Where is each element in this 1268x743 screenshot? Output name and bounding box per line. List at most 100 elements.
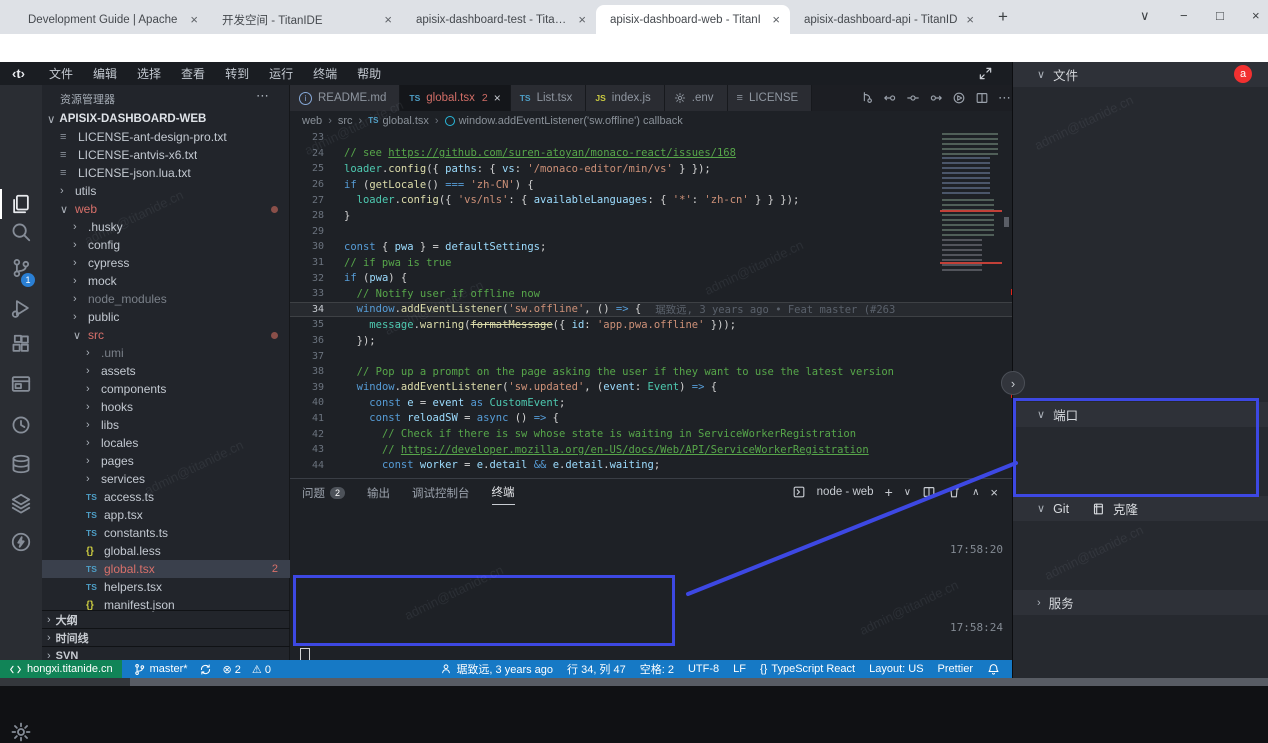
tree-item[interactable]: › public	[42, 308, 290, 326]
energy-icon[interactable]	[10, 531, 32, 553]
code-line[interactable]: 36 });	[290, 333, 1012, 349]
new-tab-button[interactable]: +	[998, 7, 1008, 27]
account-badge[interactable]: a	[1234, 65, 1252, 83]
formatter-item[interactable]: Prettier	[938, 663, 973, 675]
nav-current-icon[interactable]	[906, 91, 920, 105]
settings-gear-icon[interactable]	[10, 721, 32, 743]
code-line[interactable]: 29	[290, 224, 1012, 240]
tab-close-icon[interactable]: ×	[494, 91, 501, 105]
code-line[interactable]: 33 // Notify user if offline now	[290, 286, 1012, 302]
maximize-panel-icon[interactable]: ∧	[972, 487, 979, 498]
browser-tab[interactable]: 开发空间 - TitanIDE ×	[208, 5, 402, 34]
breadcrumb-item[interactable]: window.addEventListener('sw.offline') ca…	[445, 115, 683, 127]
tree-item[interactable]: ≡ LICENSE-ant-design-pro.txt	[42, 128, 290, 146]
editor-scrollbar[interactable]	[1004, 217, 1009, 227]
menubar-item[interactable]: 文件	[39, 65, 83, 82]
timeline-section[interactable]: ›时间线	[42, 628, 290, 647]
blame-item[interactable]: 琚致远, 3 years ago	[440, 661, 553, 677]
code-line[interactable]: 23	[290, 130, 1012, 146]
breadcrumb-item[interactable]: TS global.tsx ›	[368, 115, 444, 127]
browser-tab-close-icon[interactable]: ×	[964, 12, 976, 27]
tree-item[interactable]: ≡ LICENSE-json.lua.txt	[42, 164, 290, 182]
code-line[interactable]: 35 message.warning(formatMessage({ id: '…	[290, 317, 1012, 333]
nav-forward-icon[interactable]	[929, 91, 943, 105]
fullscreen-icon[interactable]	[978, 66, 993, 81]
code-line[interactable]: 26 if (getLocale() === 'zh-CN') {	[290, 177, 1012, 193]
editor-tab[interactable]: i README.md	[290, 85, 400, 111]
code-line[interactable]: 43 // https://developer.mozilla.org/en-U…	[290, 442, 1012, 458]
code-line[interactable]: 24 // see https://github.com/suren-atoya…	[290, 146, 1012, 162]
tree-item[interactable]: ∨ web	[42, 200, 290, 218]
sync-button[interactable]	[199, 663, 212, 676]
browser-tab-close-icon[interactable]: ×	[188, 12, 200, 27]
tree-item[interactable]: › services	[42, 470, 290, 488]
layers-icon[interactable]	[10, 492, 32, 514]
split-editor-icon[interactable]	[975, 91, 989, 105]
editor-tab[interactable]: .env	[665, 85, 728, 111]
extensions-icon[interactable]	[10, 333, 32, 355]
services-section-header[interactable]: › 服务	[1013, 590, 1268, 615]
tree-item[interactable]: › assets	[42, 362, 290, 380]
tree-item[interactable]: › libs	[42, 416, 290, 434]
code-line[interactable]: 31 // if pwa is true	[290, 255, 1012, 271]
editor-tab[interactable]: TS global.tsx 2 ×	[400, 85, 510, 111]
keyboard-layout-item[interactable]: Layout: US	[869, 663, 923, 675]
browser-tab[interactable]: Development Guide | Apache ×	[14, 5, 208, 34]
clone-icon[interactable]	[1091, 502, 1105, 516]
explorer-icon[interactable]	[10, 193, 32, 215]
git-section-header[interactable]: ∨ Git 克隆	[1013, 496, 1268, 521]
clone-label[interactable]: 克隆	[1113, 499, 1138, 518]
code-line[interactable]: 39 window.addEventListener('sw.updated',…	[290, 380, 1012, 396]
tree-item[interactable]: › config	[42, 236, 290, 254]
tree-item[interactable]: TS helpers.tsx	[42, 578, 290, 596]
browser-tab[interactable]: apisix-dashboard-web - TitanI ×	[596, 5, 790, 34]
menubar-item[interactable]: 查看	[171, 65, 215, 82]
close-panel-icon[interactable]: ×	[990, 485, 998, 500]
panel-tab[interactable]: 调试控制台	[412, 485, 470, 505]
code-line[interactable]: 38 // Pop up a prompt on the page asking…	[290, 364, 1012, 380]
menubar-item[interactable]: 终端	[303, 65, 347, 82]
code-line[interactable]: 34 window.addEventListener('sw.offline',…	[290, 302, 1012, 318]
expand-right-panel-button[interactable]: ›	[1001, 371, 1025, 395]
tree-item[interactable]: › mock	[42, 272, 290, 290]
tree-item[interactable]: ≡ LICENSE-antvis-x6.txt	[42, 146, 290, 164]
window-maximize-icon[interactable]: □	[1216, 8, 1224, 23]
code-line[interactable]: 27 loader.config({ 'vs/nls': { available…	[290, 192, 1012, 208]
warnings-item[interactable]: ⚠ 0	[252, 663, 271, 676]
browser-tab[interactable]: apisix-dashboard-test - TitanID ×	[402, 5, 596, 34]
run-debug-icon[interactable]	[10, 297, 32, 319]
tree-item[interactable]: › .umi	[42, 344, 290, 362]
panel-tab[interactable]: 问题 2	[302, 485, 345, 505]
code-line[interactable]: 32 if (pwa) {	[290, 270, 1012, 286]
code-line[interactable]: 30 const { pwa } = defaultSettings;	[290, 239, 1012, 255]
split-terminal-icon[interactable]	[922, 485, 936, 499]
indentation-item[interactable]: 空格: 2	[640, 661, 674, 677]
code-line[interactable]: 44 const worker = e.detail && e.detail.w…	[290, 457, 1012, 473]
language-item[interactable]: {} TypeScript React	[760, 663, 855, 675]
terminal-dropdown-icon[interactable]: ∨	[904, 487, 911, 498]
editor-tab[interactable]: ≡ LICENSE	[728, 85, 813, 111]
tree-item[interactable]: TS global.tsx 2	[42, 560, 290, 578]
panel-tab[interactable]: 输出	[367, 485, 390, 505]
tree-item[interactable]: › cypress	[42, 254, 290, 272]
tree-item[interactable]: TS app.tsx	[42, 506, 290, 524]
tree-item[interactable]: TS access.ts	[42, 488, 290, 506]
terminal-shell-label[interactable]: node - web	[817, 486, 874, 498]
history-icon[interactable]	[10, 414, 32, 436]
tree-item[interactable]: {} global.less	[42, 542, 290, 560]
tree-item[interactable]: › locales	[42, 434, 290, 452]
breadcrumb-item[interactable]: web ›	[302, 115, 338, 127]
panel-tab[interactable]: 终端	[492, 484, 515, 505]
preview-icon[interactable]	[10, 373, 32, 395]
encoding-item[interactable]: UTF-8	[688, 663, 719, 675]
tree-root[interactable]: ∨ APISIX-DASHBOARD-WEB	[42, 110, 289, 128]
file-section-header[interactable]: ∨ 文件	[1013, 62, 1268, 87]
minimap[interactable]	[940, 133, 1002, 273]
code-editor[interactable]: 23 24 // see https://github.com/suren-at…	[290, 130, 1012, 478]
menubar-item[interactable]: 帮助	[347, 65, 391, 82]
menubar-item[interactable]: 选择	[127, 65, 171, 82]
explorer-more-icon[interactable]: ⋯	[256, 88, 269, 104]
code-graph-icon[interactable]	[860, 91, 874, 105]
database-icon[interactable]	[10, 453, 32, 475]
kill-terminal-icon[interactable]	[947, 485, 961, 499]
